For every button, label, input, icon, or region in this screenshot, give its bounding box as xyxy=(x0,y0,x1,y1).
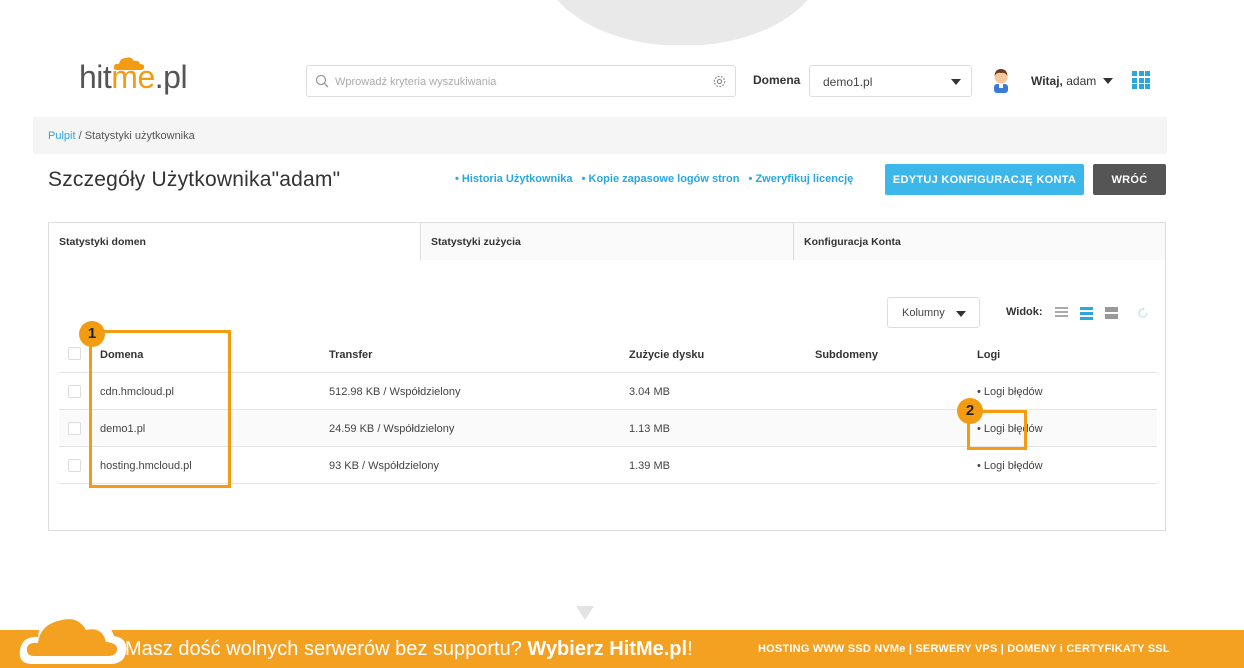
search-icon[interactable] xyxy=(315,74,329,88)
cloud-icon xyxy=(19,609,127,664)
row-checkbox[interactable] xyxy=(68,422,81,435)
apps-grid-icon[interactable] xyxy=(1132,71,1150,89)
error-logs-link[interactable]: • Logi błędów xyxy=(977,386,1043,398)
decorative-arc xyxy=(540,0,825,46)
refresh-icon[interactable] xyxy=(1137,307,1149,319)
row-checkbox[interactable] xyxy=(68,385,81,398)
tab-bar: Statystyki domen Statystyki zużycia Konf… xyxy=(49,223,1165,261)
promo-text: Masz dość wolnych serwerów bez supportu?… xyxy=(125,638,693,660)
edit-account-config-button[interactable]: EDYTUJ KONFIGURACJĘ KONTA xyxy=(885,164,1084,195)
page-title: Szczegóły Użytkownika"adam" xyxy=(48,168,341,191)
view-label: Widok: xyxy=(1006,306,1043,318)
cell-transfer: 24.59 KB / Współdzielony xyxy=(329,423,455,435)
col-header-logs[interactable]: Logi xyxy=(977,349,1000,361)
domain-label: Domena xyxy=(753,73,801,87)
link-verify-license[interactable]: • Zweryfikuj licencję xyxy=(749,173,854,185)
breadcrumb: Pulpit / Statystyki użytkownika xyxy=(48,130,195,142)
promo-services: HOSTING WWW SSD NVMe | SERWERY VPS | DOM… xyxy=(758,643,1170,655)
avatar[interactable] xyxy=(991,67,1011,93)
tab-account-config[interactable]: Konfiguracja Konta xyxy=(794,223,1165,260)
cell-disk: 3.04 MB xyxy=(629,386,670,398)
link-log-backups[interactable]: • Kopie zapasowe logów stron xyxy=(582,173,740,185)
highlight-box-domains xyxy=(89,330,231,488)
col-header-subdomains[interactable]: Subdomeny xyxy=(815,349,878,361)
link-user-history[interactable]: • Historia Użytkownika xyxy=(455,173,573,185)
search-box xyxy=(306,65,736,97)
select-all-checkbox[interactable] xyxy=(68,347,81,360)
quick-links: • Historia Użytkownika • Kopie zapasowe … xyxy=(455,173,859,185)
cell-disk: 1.39 MB xyxy=(629,460,670,472)
domain-select[interactable]: demo1.pl xyxy=(809,65,972,97)
back-button[interactable]: WRÓĆ xyxy=(1093,164,1166,195)
domain-select-value: demo1.pl xyxy=(823,75,873,89)
annotation-badge-1: 1 xyxy=(79,321,105,347)
search-input[interactable] xyxy=(335,72,705,92)
chevron-down-icon[interactable] xyxy=(1103,78,1113,84)
gear-icon[interactable] xyxy=(712,74,727,89)
col-header-disk[interactable]: Zużycie dysku xyxy=(629,349,704,361)
cell-transfer: 93 KB / Współdzielony xyxy=(329,460,440,472)
chevron-down-icon xyxy=(956,311,966,317)
view-medium-icon[interactable] xyxy=(1080,307,1093,320)
cell-transfer: 512.98 KB / Współdzielony xyxy=(329,386,461,398)
cloud-icon xyxy=(113,57,145,70)
view-list-icon[interactable] xyxy=(1055,307,1068,319)
scroll-down-arrow-icon xyxy=(576,606,594,620)
error-logs-link[interactable]: • Logi błędów xyxy=(977,460,1043,472)
columns-dropdown-label: Kolumny xyxy=(902,307,945,319)
cell-disk: 1.13 MB xyxy=(629,423,670,435)
view-large-icon[interactable] xyxy=(1105,307,1118,319)
tab-usage-stats[interactable]: Statystyki zużycia xyxy=(421,223,794,260)
page: hitme.pl Domena demo1.pl xyxy=(0,0,1244,668)
tab-domain-stats[interactable]: Statystyki domen xyxy=(49,223,421,261)
header: hitme.pl Domena demo1.pl xyxy=(33,45,1167,117)
annotation-badge-2: 2 xyxy=(957,398,983,424)
breadcrumb-current: / Statystyki użytkownika xyxy=(78,130,195,142)
user-menu[interactable]: Witaj, adam xyxy=(1031,74,1096,88)
row-checkbox[interactable] xyxy=(68,459,81,472)
chevron-down-icon xyxy=(951,79,961,85)
col-header-transfer[interactable]: Transfer xyxy=(329,349,372,361)
breadcrumb-bar: Pulpit / Statystyki użytkownika xyxy=(33,117,1167,154)
breadcrumb-link-dashboard[interactable]: Pulpit xyxy=(48,130,76,142)
columns-dropdown[interactable]: Kolumny xyxy=(887,297,980,328)
